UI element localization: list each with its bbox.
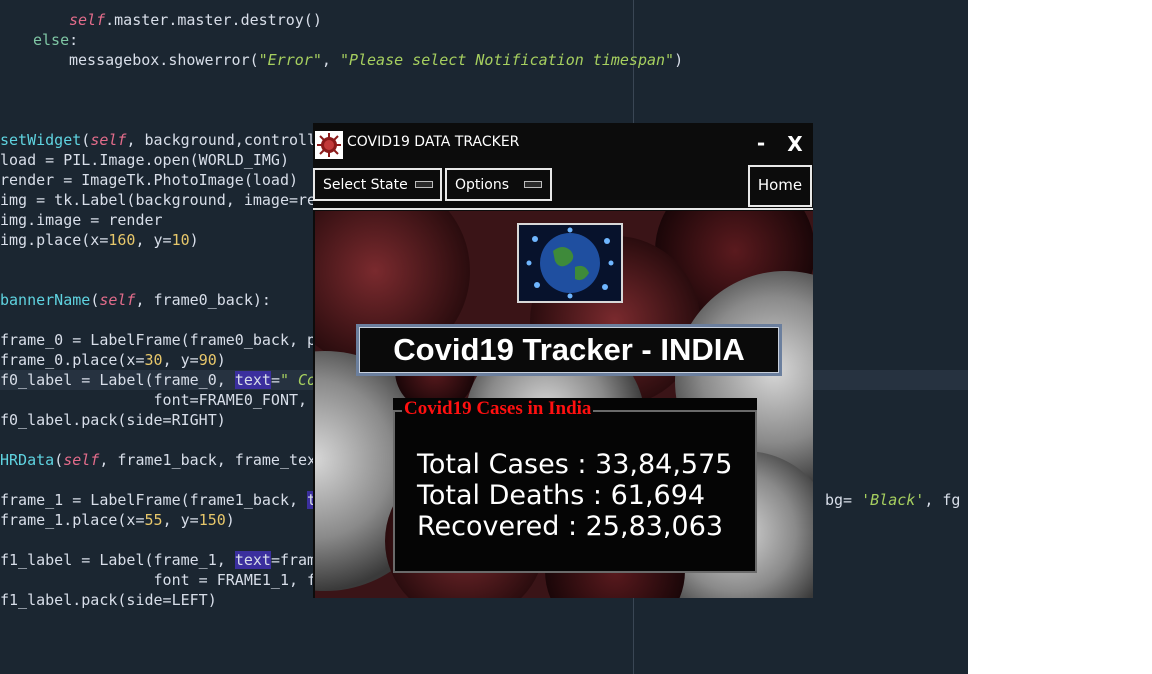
select-state-label: Select State — [323, 177, 408, 193]
tracker-banner: Covid19 Tracker - INDIA — [356, 324, 782, 376]
window-title: COVID19 DATA TRACKER — [347, 134, 520, 150]
cases-frame-title: Covid19 Cases in India — [402, 398, 594, 420]
options-label: Options — [455, 177, 510, 193]
virus-icon — [315, 131, 343, 159]
code-line: img.image = render — [0, 211, 163, 229]
world-globe-image — [517, 223, 623, 303]
covid-tracker-window: COVID19 DATA TRACKER - X Select State Op… — [313, 123, 813, 598]
code-line: img = tk.Label(background, image=re — [0, 191, 317, 209]
cases-label-frame: Covid19 Cases in India Total Cases : 33,… — [393, 398, 757, 573]
code-line: f1_label.pack(side=LEFT) — [0, 591, 217, 609]
code-line: setWidget(self, background,controll — [0, 131, 317, 149]
banner-title: Covid19 Tracker - INDIA — [393, 332, 745, 367]
code-line: frame_1.place(x=55, y=150) — [0, 511, 235, 529]
code-line: font=FRAME0_FONT, — [0, 391, 317, 409]
code-line: HRData(self, frame1_back, frame_tex — [0, 451, 317, 469]
title-bar[interactable]: COVID19 DATA TRACKER - X — [313, 123, 813, 165]
virus-background: Covid19 Tracker - INDIA Covid19 Cases in… — [315, 211, 813, 598]
code-line: frame_1 = LabelFrame(frame1_back, t — [0, 491, 317, 509]
code-line: bannerName(self, frame0_back): — [0, 291, 271, 309]
dropdown-indicator-icon — [415, 181, 433, 188]
code-line: frame_0.place(x=30, y=90) — [0, 351, 226, 369]
total-cases-label: Total Cases : 33,84,575 — [417, 449, 733, 480]
code-line: f0_label = Label(frame_0, text=" Co — [0, 371, 317, 389]
code-line: f0_label.pack(side=RIGHT) — [0, 411, 226, 429]
code-line: f1_label = Label(frame_1, text=fram — [0, 551, 317, 569]
minimize-button[interactable]: - — [751, 131, 771, 155]
close-button[interactable]: X — [784, 132, 806, 156]
menu-separator — [313, 208, 813, 210]
code-line: self.master.master.destroy() — [69, 11, 322, 29]
select-state-menu[interactable]: Select State — [313, 168, 442, 201]
total-deaths-label: Total Deaths : 61,694 — [417, 480, 706, 511]
code-line: render = ImageTk.PhotoImage(load) — [0, 171, 299, 189]
code-line: messagebox.showerror("Error", "Please se… — [69, 51, 684, 69]
dropdown-indicator-icon — [524, 181, 542, 188]
home-button[interactable]: Home — [748, 165, 812, 207]
code-line: font = FRAME1_1, f — [0, 571, 317, 589]
recovered-label: Recovered : 25,83,063 — [417, 511, 724, 542]
code-line: img.place(x=160, y=10) — [0, 231, 199, 249]
code-line: load = PIL.Image.open(WORLD_IMG) — [0, 151, 289, 169]
code-line-overflow: bg= 'Black', fg — [825, 491, 961, 509]
code-line: frame_0 = LabelFrame(frame0_back, p — [0, 331, 317, 349]
code-line: else: — [33, 31, 79, 49]
options-menu[interactable]: Options — [445, 168, 552, 201]
